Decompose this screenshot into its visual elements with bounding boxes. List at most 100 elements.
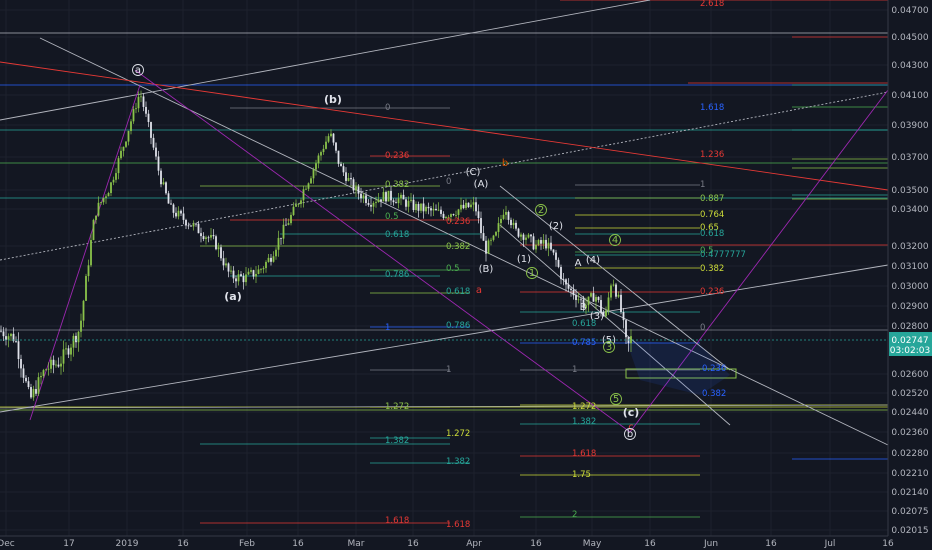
candle-body bbox=[0, 330, 2, 332]
time-tick-label: Jun bbox=[703, 539, 718, 549]
candle-body bbox=[390, 190, 392, 201]
candle-body bbox=[367, 203, 370, 205]
candle-body bbox=[432, 208, 435, 211]
candle-body bbox=[407, 200, 410, 207]
wave-label: A bbox=[575, 258, 582, 269]
candle-body bbox=[257, 269, 260, 274]
candle-body bbox=[142, 96, 145, 107]
candle-body bbox=[205, 237, 207, 240]
candle-body bbox=[567, 284, 570, 289]
candle-body bbox=[262, 268, 265, 270]
candle-body bbox=[422, 203, 425, 212]
candle-body bbox=[290, 214, 292, 224]
candle-body bbox=[107, 193, 110, 197]
candle-body bbox=[7, 336, 10, 340]
candle-body bbox=[127, 130, 130, 142]
candle-body bbox=[245, 274, 247, 283]
candle-body bbox=[410, 199, 412, 201]
fib-label: 0.786 bbox=[385, 270, 409, 280]
candle-body bbox=[560, 266, 562, 280]
fib-label: 0.236 bbox=[385, 151, 409, 161]
candle-body bbox=[500, 218, 502, 224]
candle-body bbox=[102, 197, 105, 203]
candle-body bbox=[47, 368, 50, 370]
candle-body bbox=[322, 148, 325, 153]
candle-body bbox=[195, 223, 197, 225]
candle-body bbox=[510, 219, 512, 226]
candle-body bbox=[27, 381, 30, 388]
candle-body bbox=[590, 293, 592, 297]
fib-label: 0.5 bbox=[385, 212, 399, 222]
current-price-tag: 0.02747 03:02:03 bbox=[889, 332, 932, 356]
candle-body bbox=[117, 158, 120, 174]
candle-body bbox=[207, 237, 210, 239]
candle-body bbox=[97, 202, 100, 216]
fib-label: 1.272 bbox=[385, 402, 409, 412]
candle-body bbox=[35, 389, 37, 394]
time-tick-label: 16 bbox=[407, 539, 419, 549]
candle-body bbox=[175, 212, 177, 217]
candle-body bbox=[417, 203, 420, 211]
candle-body bbox=[75, 335, 77, 343]
fib-label: 0 bbox=[385, 103, 390, 113]
candle-body bbox=[172, 204, 175, 213]
candle-body bbox=[285, 224, 287, 226]
wave-label: (A) bbox=[474, 179, 489, 190]
candle-body bbox=[605, 310, 607, 317]
candle-body bbox=[340, 163, 342, 167]
candle-body bbox=[202, 236, 205, 240]
price-axis[interactable]: 0.04700 0.04500 0.04300 0.04100 0.03900 0.037… bbox=[887, 0, 932, 550]
candle-body bbox=[497, 223, 500, 232]
candle-body bbox=[37, 377, 40, 394]
price-tick-label: 0.02075 bbox=[891, 507, 928, 517]
candle-body bbox=[152, 137, 155, 148]
candle-body bbox=[212, 235, 215, 237]
candle-body bbox=[80, 320, 82, 332]
candle-body bbox=[162, 182, 165, 185]
candle-body bbox=[532, 236, 535, 250]
candle-body bbox=[412, 199, 415, 211]
candle-body bbox=[300, 200, 302, 204]
candle-body bbox=[557, 259, 560, 267]
candle-body bbox=[597, 296, 600, 301]
countdown-value: 03:02:03 bbox=[890, 346, 930, 356]
candle-body bbox=[565, 279, 567, 285]
price-chart[interactable]: 2.618 0 0.236 0.382 0 0.236 0.5 0.618 0.382 0.5 0.… bbox=[0, 0, 932, 550]
candle-body bbox=[122, 146, 125, 151]
price-tick-label: 0.03400 bbox=[891, 205, 928, 215]
candle-body bbox=[482, 233, 485, 241]
fib-label: 0.4777777 bbox=[700, 250, 746, 260]
candle-body bbox=[477, 211, 480, 219]
candle-body bbox=[402, 194, 405, 200]
candle-body bbox=[65, 348, 67, 350]
candle-body bbox=[592, 293, 595, 302]
candle-body bbox=[437, 209, 440, 211]
candle-body bbox=[215, 236, 217, 250]
candle-body bbox=[150, 122, 152, 138]
candle-body bbox=[42, 370, 45, 377]
candle-body bbox=[265, 261, 267, 269]
candle-body bbox=[630, 336, 632, 344]
candle-body bbox=[537, 240, 540, 245]
wave-label: (B) bbox=[479, 264, 494, 275]
candle-body bbox=[222, 258, 225, 266]
candle-body bbox=[115, 173, 117, 180]
candle-body bbox=[607, 297, 610, 311]
candle-body bbox=[2, 331, 5, 337]
candle-body bbox=[495, 231, 497, 236]
fib-label: 1.618 bbox=[700, 103, 724, 113]
candle-body bbox=[67, 348, 70, 355]
candle-body bbox=[587, 296, 590, 306]
fib-label: 0.5 bbox=[446, 264, 460, 274]
wave-label: B bbox=[580, 302, 587, 313]
candle-body bbox=[517, 228, 520, 237]
candle-body bbox=[335, 142, 337, 151]
candle-body bbox=[327, 136, 330, 142]
candle-body bbox=[387, 190, 390, 202]
wave-label: 5 bbox=[613, 394, 619, 405]
candle-body bbox=[52, 359, 55, 366]
candle-body bbox=[502, 214, 505, 219]
candle-body bbox=[220, 247, 222, 259]
candle-body bbox=[302, 189, 305, 201]
candle-body bbox=[230, 270, 232, 272]
